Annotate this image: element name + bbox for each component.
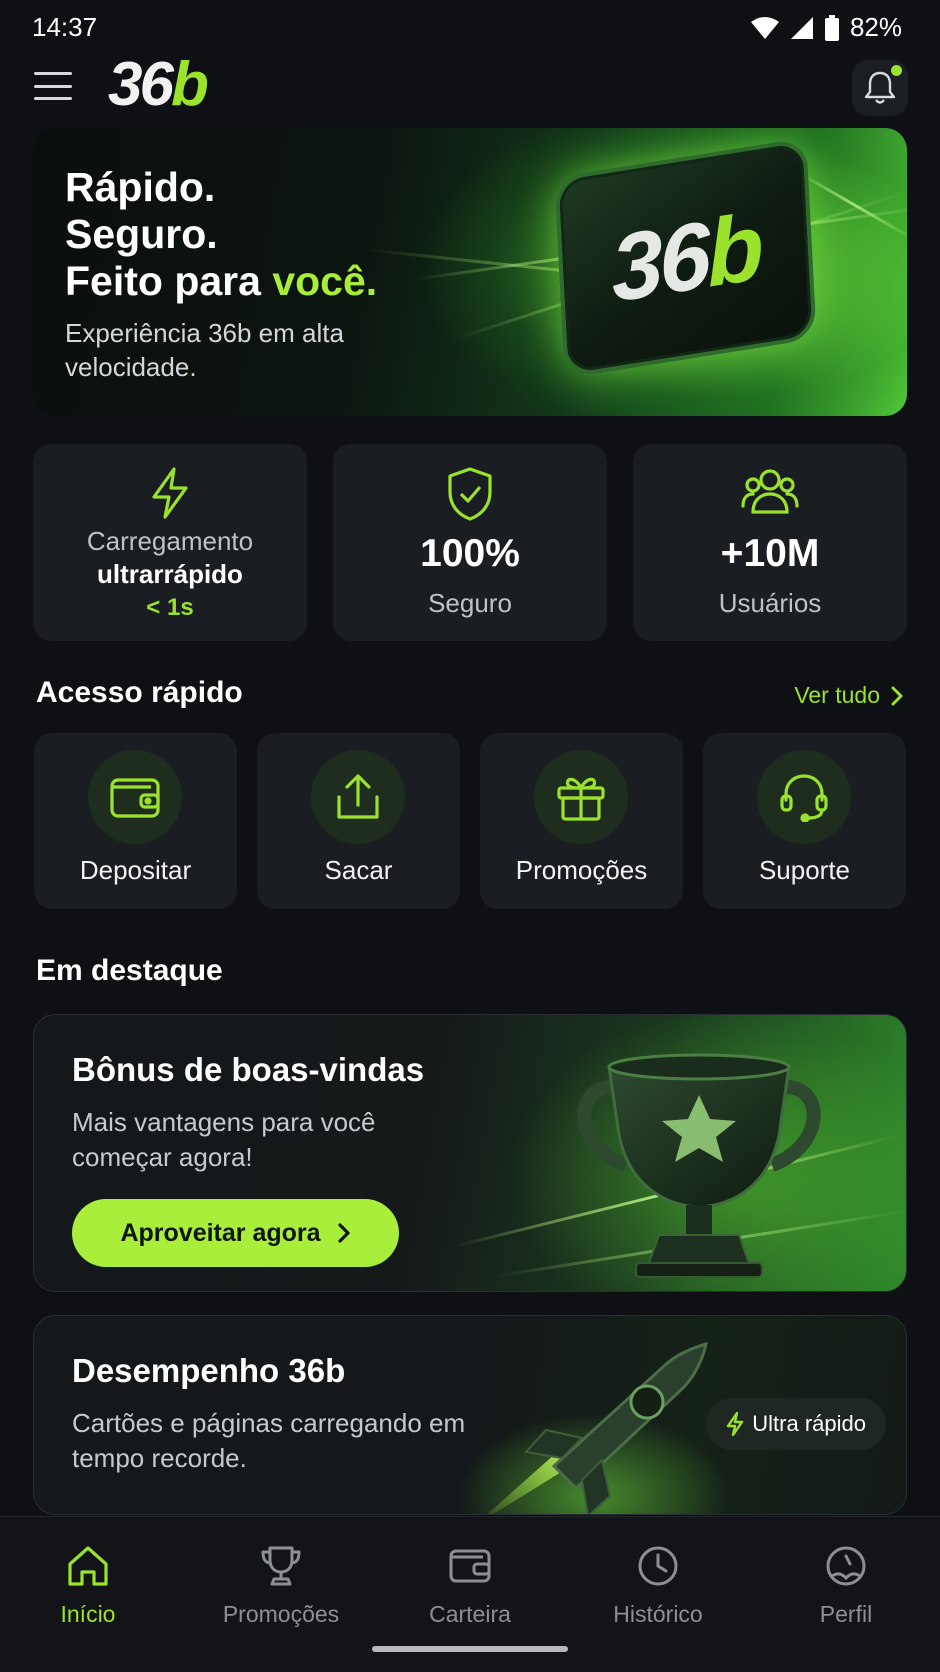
home-indicator <box>372 1646 568 1652</box>
trophy-icon <box>261 1546 301 1586</box>
stat-users-value: +10M <box>720 532 820 575</box>
welcome-bonus-card[interactable]: Bônus de boas-vindas Mais vantagens para… <box>33 1014 907 1292</box>
status-icons: 82% <box>750 12 902 43</box>
quick-action-withdraw[interactable]: Sacar <box>257 733 460 909</box>
wallet-icon <box>110 778 160 818</box>
stat-security: 100% Seguro <box>333 444 607 641</box>
headset-icon <box>780 774 828 822</box>
quick-access-title: Acesso rápido <box>36 676 243 709</box>
claim-bonus-button[interactable]: Aproveitar agora <box>72 1199 399 1267</box>
wifi-icon <box>750 16 779 39</box>
bell-icon <box>864 71 896 104</box>
nav-label: Promoções <box>222 1601 340 1627</box>
home-icon <box>68 1546 108 1586</box>
hero-logo-badge: 36b <box>554 137 817 379</box>
featured-title: Em destaque <box>36 954 223 987</box>
trophy-illustration <box>577 1053 821 1278</box>
ultra-fast-badge: Ultra rápido <box>706 1398 886 1450</box>
signal-icon <box>790 16 813 39</box>
bonus-subtitle: Mais vantagens para você começar agora! <box>72 1107 376 1172</box>
stat-speed: Carregamento ultrarrápido < 1s <box>33 444 307 641</box>
gift-icon <box>557 777 605 821</box>
rocket-illustration <box>487 1341 708 1514</box>
menu-button[interactable] <box>34 70 72 102</box>
notification-dot <box>891 65 902 76</box>
stat-security-value: 100% <box>420 532 520 575</box>
wallet-icon <box>449 1549 491 1583</box>
nav-item-wallet[interactable]: Carteira <box>376 1541 564 1628</box>
stat-security-label: Seguro <box>428 588 512 618</box>
nav-label: Carteira <box>429 1601 511 1627</box>
quick-action-promotions[interactable]: Promoções <box>480 733 683 909</box>
see-all-link[interactable]: Ver tudo <box>794 682 904 709</box>
quick-action-support[interactable]: Suporte <box>703 733 906 909</box>
performance-card[interactable]: Desempenho 36b Cartões e páginas carrega… <box>33 1315 907 1515</box>
quick-action-label: Suporte <box>758 855 851 885</box>
nav-label: Perfil <box>819 1601 873 1627</box>
chevron-right-icon <box>337 1223 350 1243</box>
nav-item-history[interactable]: Histórico <box>564 1541 752 1628</box>
quick-action-label: Promoções <box>515 855 648 885</box>
bonus-title: Bônus de boas-vindas <box>72 1051 425 1088</box>
quick-action-deposit[interactable]: Depositar <box>34 733 237 909</box>
upload-icon <box>337 774 379 819</box>
performance-title: Desempenho 36b <box>72 1352 346 1389</box>
bolt-icon <box>152 467 188 519</box>
nav-item-profile[interactable]: Perfil <box>752 1541 940 1628</box>
battery-percent: 82% <box>849 12 902 42</box>
profile-icon <box>826 1546 866 1586</box>
quick-action-label: Depositar <box>79 855 192 885</box>
stat-users: +10M Usuários <box>633 444 907 641</box>
nav-item-promotions[interactable]: Promoções <box>187 1541 375 1628</box>
performance-subtitle: Cartões e páginas carregando em tempo re… <box>72 1408 466 1473</box>
stat-speed-line1: Carregamento <box>86 526 254 556</box>
bolt-icon <box>727 1412 744 1436</box>
stat-speed-value: < 1s <box>146 594 194 621</box>
stat-speed-line2: ultrarrápido <box>97 559 243 589</box>
shield-check-icon <box>448 467 492 521</box>
users-icon <box>741 469 799 514</box>
menu-icon <box>34 72 72 75</box>
hero-title: Rápido. Seguro. Feito para você. <box>65 164 378 304</box>
clock-icon <box>638 1546 678 1586</box>
nav-label: Início <box>60 1601 116 1627</box>
hero-subtitle: Experiência 36b em alta velocidade. <box>65 318 344 382</box>
chevron-right-icon <box>891 686 903 705</box>
notifications-button[interactable] <box>852 60 908 116</box>
nav-item-home[interactable]: Início <box>0 1541 182 1628</box>
hero-banner[interactable]: Rápido. Seguro. Feito para você. Experiê… <box>33 128 907 416</box>
battery-icon <box>824 14 839 41</box>
stat-users-label: Usuários <box>718 588 822 618</box>
nav-label: Histórico <box>613 1601 703 1627</box>
status-time: 14:37 <box>32 12 98 42</box>
logo[interactable]: 36b <box>108 54 209 116</box>
quick-action-label: Sacar <box>324 855 393 885</box>
